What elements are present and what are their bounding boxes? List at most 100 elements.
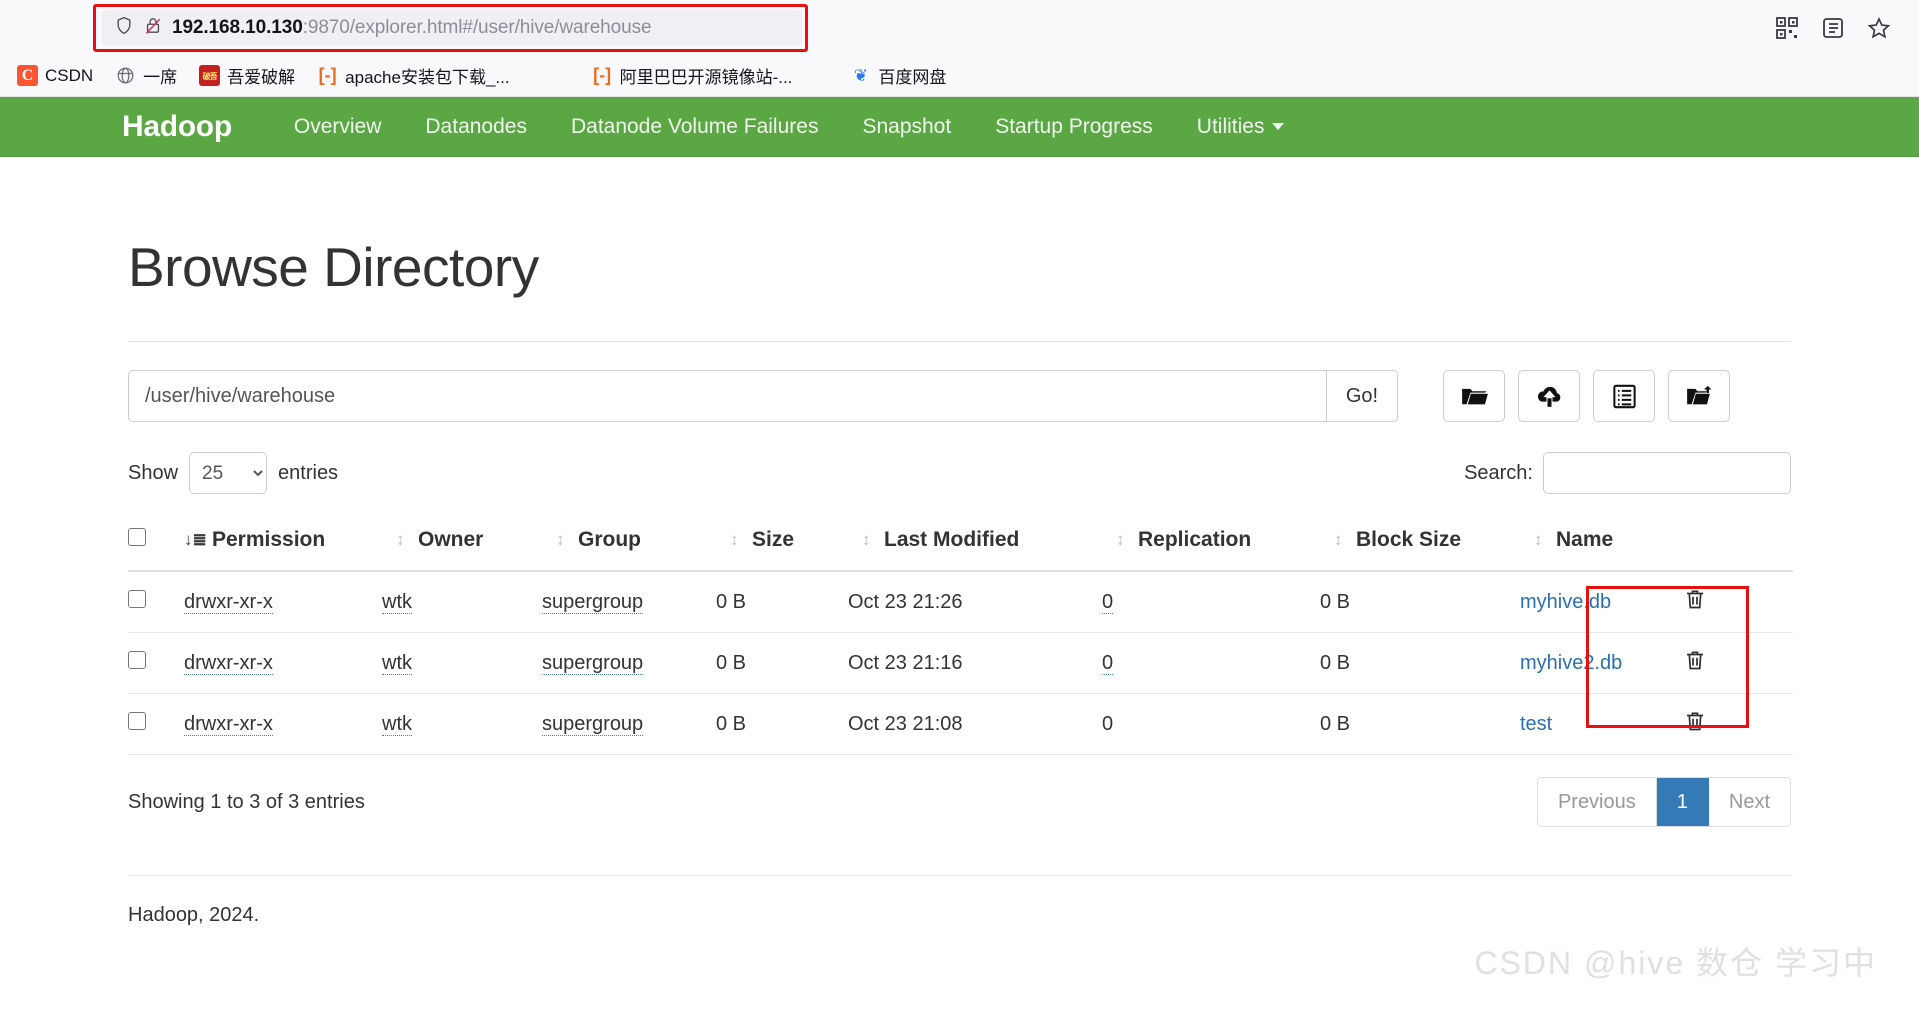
watermark: CSDN @hive 数仓 学习中	[1474, 945, 1877, 981]
bookmark-label: 一席	[143, 68, 178, 87]
cell-owner: wtk	[382, 571, 542, 633]
pagination-previous[interactable]: Previous	[1537, 778, 1657, 826]
path-input[interactable]	[128, 370, 1326, 422]
hadoop-brand[interactable]: Hadoop	[122, 110, 232, 144]
broken-lock-icon[interactable]	[143, 14, 163, 42]
qr-code-icon[interactable]	[1775, 16, 1799, 40]
cell-last-modified: Oct 23 21:08	[848, 693, 1102, 755]
column-header-actions	[1683, 516, 1793, 572]
cell-size: 0 B	[716, 632, 848, 694]
baidu-netdisk-icon: ❦	[853, 65, 869, 85]
cell-group: supergroup	[542, 693, 716, 755]
sort-icon: ↕	[1334, 530, 1343, 549]
permission-value[interactable]: drwxr-xr-x	[184, 651, 273, 675]
sort-icon: ↕	[396, 530, 405, 549]
search-input[interactable]	[1543, 452, 1791, 494]
permission-value[interactable]: drwxr-xr-x	[184, 712, 273, 736]
column-header-permission[interactable]: ↓≣ Permission	[184, 516, 382, 572]
pagination-next[interactable]: Next	[1708, 778, 1790, 826]
bookmark-item[interactable]: [-] apache安装包下载_...	[308, 58, 518, 93]
sort-icon: ↕	[730, 530, 739, 549]
cell-group: supergroup	[542, 571, 716, 633]
bookmark-item[interactable]: 破吾 吾爱破解	[190, 58, 304, 93]
table-controls: Show 25 entries Search:	[128, 452, 1791, 494]
column-header-owner[interactable]: ↕ Owner	[382, 516, 542, 572]
owner-value[interactable]: wtk	[382, 712, 412, 736]
owner-value[interactable]: wtk	[382, 590, 412, 614]
owner-value[interactable]: wtk	[382, 651, 412, 675]
cell-replication: 0	[1102, 571, 1320, 633]
cut-paste-button[interactable]	[1668, 370, 1730, 422]
nav-link-datanode-volume-failures[interactable]: Datanode Volume Failures	[549, 97, 840, 157]
select-all-checkbox[interactable]	[128, 528, 146, 546]
table-row: drwxr-xr-x wtk supergroup 0 B Oct 23 21:…	[128, 571, 1793, 633]
url-path: :9870/explorer.html#/user/hive/warehouse	[302, 16, 652, 38]
create-directory-button[interactable]	[1443, 370, 1505, 422]
search-label: Search:	[1464, 461, 1533, 484]
cell-size: 0 B	[716, 693, 848, 755]
column-label: Owner	[418, 528, 484, 551]
file-name-link[interactable]: myhive.db	[1520, 591, 1611, 613]
cell-last-modified: Oct 23 21:16	[848, 632, 1102, 694]
delete-icon[interactable]	[1683, 590, 1707, 617]
row-checkbox[interactable]	[128, 712, 146, 730]
pagination: Previous 1 Next	[1536, 777, 1791, 827]
group-value[interactable]: supergroup	[542, 712, 644, 736]
column-label: Name	[1556, 528, 1614, 551]
column-header-block-size[interactable]: ↕ Block Size	[1320, 516, 1520, 572]
bookmark-item[interactable]: ❦ 百度网盘	[841, 58, 955, 93]
length-control: Show 25 entries	[128, 452, 338, 494]
bookmark-item[interactable]: C CSDN	[8, 60, 102, 91]
nav-link-datanodes[interactable]: Datanodes	[403, 97, 549, 157]
row-checkbox[interactable]	[128, 651, 146, 669]
cell-actions	[1683, 693, 1793, 755]
52pojie-icon: 破吾	[199, 65, 221, 86]
sort-icon: ↕	[862, 530, 871, 549]
nav-link-snapshot[interactable]: Snapshot	[840, 97, 973, 157]
permission-value[interactable]: drwxr-xr-x	[184, 590, 273, 614]
star-bookmark-icon[interactable]	[1867, 16, 1891, 40]
column-header-group[interactable]: ↕ Group	[542, 516, 716, 572]
replication-value[interactable]: 0	[1102, 590, 1114, 614]
bookmark-item[interactable]: [-] 阿里巴巴开源镜像站-...	[583, 58, 802, 93]
column-header-name[interactable]: ↕ Name	[1520, 516, 1683, 572]
hadoop-navbar: Hadoop Overview Datanodes Datanode Volum…	[0, 97, 1919, 157]
file-browser-table: ↓≣ Permission ↕ Owner ↕ Group ↕ Size ↕ Last M…	[128, 516, 1793, 755]
cell-block-size: 0 B	[1320, 571, 1520, 633]
row-checkbox[interactable]	[128, 590, 146, 608]
group-value[interactable]: supergroup	[542, 590, 644, 614]
snapshot-list-button[interactable]	[1593, 370, 1655, 422]
bookmark-item[interactable]: 一席	[106, 58, 186, 93]
column-header-replication[interactable]: ↕ Replication	[1102, 516, 1320, 572]
column-header-size[interactable]: ↕ Size	[716, 516, 848, 572]
cell-permission: drwxr-xr-x	[184, 571, 382, 633]
replication-value[interactable]: 0	[1102, 713, 1113, 735]
column-header-last-modified[interactable]: ↕ Last Modified	[848, 516, 1102, 572]
upload-files-button[interactable]	[1518, 370, 1580, 422]
file-name-link[interactable]: myhive2.db	[1520, 652, 1622, 674]
search-control: Search:	[1464, 452, 1791, 494]
nav-link-startup-progress[interactable]: Startup Progress	[973, 97, 1175, 157]
footer-divider	[128, 875, 1791, 876]
cell-owner: wtk	[382, 632, 542, 694]
pagination-page-1[interactable]: 1	[1656, 778, 1709, 826]
nav-link-overview[interactable]: Overview	[272, 97, 404, 157]
delete-icon[interactable]	[1683, 712, 1707, 739]
cell-replication: 0	[1102, 632, 1320, 694]
delete-icon[interactable]	[1683, 651, 1707, 678]
shield-icon[interactable]	[114, 14, 134, 42]
bookmark-label: CSDN	[45, 65, 94, 85]
sort-icon: ↕	[556, 530, 565, 549]
sort-icon: ↕	[1116, 530, 1125, 549]
cell-actions	[1683, 571, 1793, 633]
nav-link-utilities[interactable]: Utilities	[1175, 97, 1307, 157]
cell-name: myhive2.db	[1520, 632, 1683, 694]
group-value[interactable]: supergroup	[542, 651, 644, 675]
replication-value[interactable]: 0	[1102, 651, 1114, 675]
go-button[interactable]: Go!	[1326, 370, 1398, 422]
sort-asc-icon: ↓≣	[184, 530, 207, 549]
file-name-link[interactable]: test	[1520, 713, 1552, 735]
page-length-select[interactable]: 25	[189, 452, 268, 494]
address-bar[interactable]: 192.168.10.130:9870/explorer.html#/user/…	[102, 9, 802, 46]
reader-view-icon[interactable]	[1821, 16, 1845, 40]
